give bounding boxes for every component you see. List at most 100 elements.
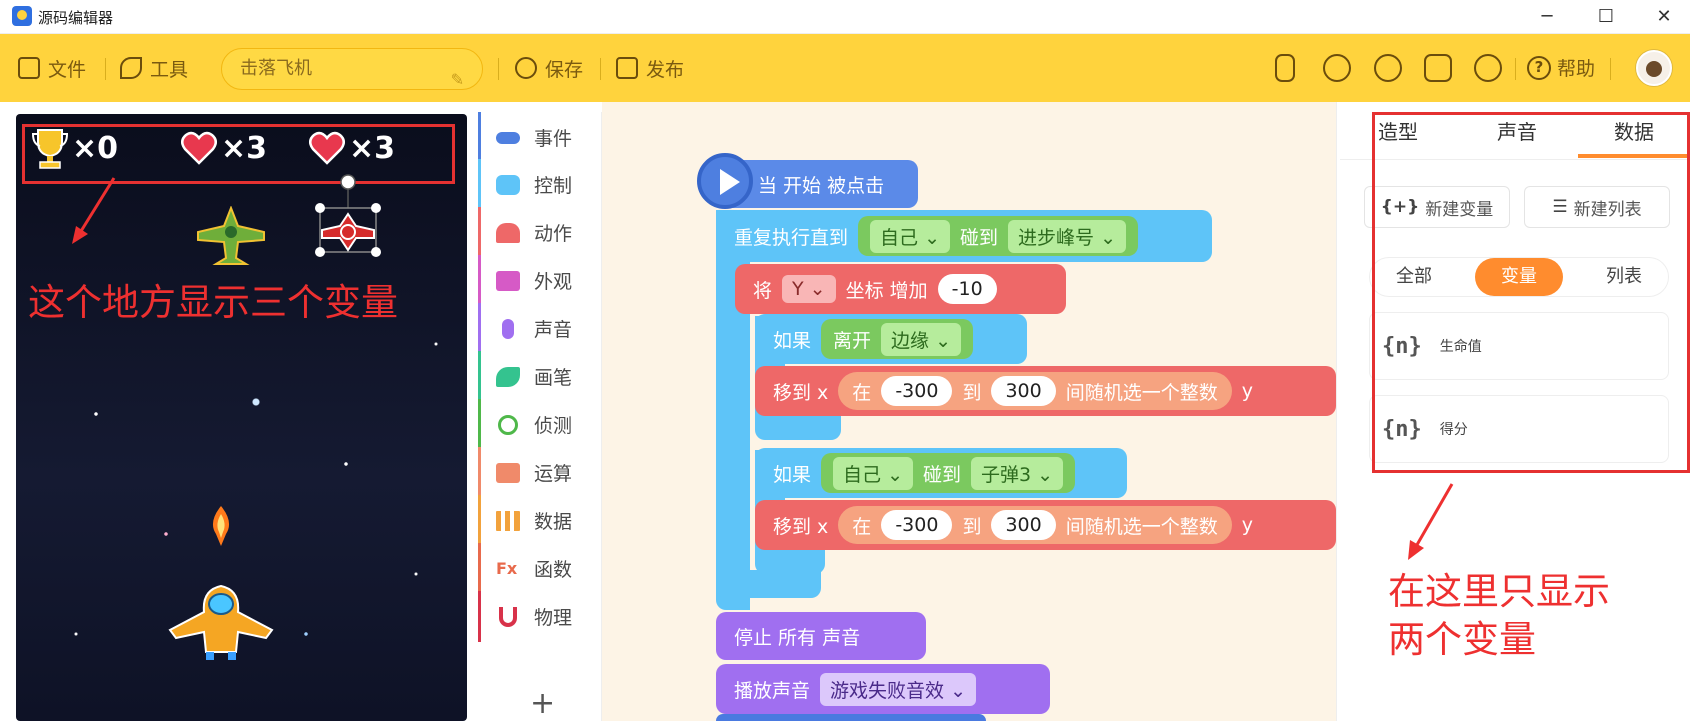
bar-chart-icon (496, 510, 520, 531)
extensions-icon[interactable] (1374, 54, 1402, 82)
target-dropdown[interactable]: 子弹3 ⌄ (971, 456, 1064, 490)
add-extension-button[interactable]: + (530, 686, 555, 721)
self-dropdown[interactable]: 自己 ⌄ (833, 456, 913, 490)
variable-item[interactable]: {n} 得分 (1369, 395, 1669, 463)
category-color-bar (478, 591, 481, 642)
filter-variables[interactable]: 变量 (1475, 258, 1563, 296)
category-control[interactable]: 控制 (478, 159, 602, 210)
category-color-bar (478, 351, 481, 402)
random-max-input[interactable]: 300 (991, 376, 1056, 406)
minimize-button[interactable]: ─ (1527, 4, 1567, 30)
change-y-block[interactable]: 将 Y ⌄ 坐标 增加 -10 (735, 264, 1066, 314)
tab-sounds[interactable]: 声音 (1459, 116, 1575, 145)
if-touching-block[interactable]: 如果 自己 ⌄ 碰到 子弹3 ⌄ (755, 448, 1127, 498)
tools-menu[interactable]: 工具 (120, 54, 188, 82)
touching-condition[interactable]: 自己 ⌄ 碰到 进步峰号 ⌄ (858, 216, 1138, 256)
heart-icon (181, 131, 217, 165)
if-block-footer (755, 548, 825, 574)
game-stage[interactable]: ×0 ×3 ×3 这个地方显示三个变量 (16, 114, 467, 721)
category-sensing[interactable]: 侦测 (478, 399, 602, 450)
device-preview-icon[interactable] (1275, 54, 1295, 82)
move-to-xy-block[interactable]: 移到 x 在 -300 到 300 间随机选一个整数 y (755, 500, 1336, 550)
category-data[interactable]: 数据 (478, 495, 602, 546)
category-operators[interactable]: 运算 (478, 447, 602, 498)
category-color-bar (478, 207, 481, 258)
category-events[interactable]: 事件 (478, 112, 602, 163)
random-range-reporter[interactable]: 在 -300 到 300 间随机选一个整数 (838, 506, 1232, 544)
score-display: ×0 (32, 128, 118, 169)
tab-data[interactable]: 数据 (1576, 116, 1690, 145)
filter-lists[interactable]: 列表 (1580, 258, 1668, 296)
variable-item[interactable]: {n} 生命值 (1369, 312, 1669, 380)
bullet-flame-sprite[interactable] (206, 504, 236, 548)
category-functions[interactable]: Fx 函数 (478, 543, 602, 594)
if-block-footer (755, 414, 841, 440)
settings-gear-icon[interactable] (1474, 54, 1502, 82)
variable-name: 生命值 (1439, 339, 1482, 355)
category-label: 画笔 (534, 367, 573, 389)
close-button[interactable]: ✕ (1644, 4, 1684, 30)
help-button[interactable]: ? 帮助 (1527, 54, 1595, 81)
edge-condition[interactable]: 离开 边缘 ⌄ (821, 319, 974, 359)
stage-annotation: 这个地方显示三个变量 (28, 281, 398, 324)
new-list-button[interactable]: ☰ 新建列表 (1524, 186, 1670, 228)
axis-dropdown[interactable]: Y ⌄ (782, 275, 836, 303)
category-pen[interactable]: 画笔 (478, 351, 602, 402)
to-label: 到 (962, 515, 982, 538)
random-max-input[interactable]: 300 (991, 510, 1056, 540)
toolbar-divider (600, 58, 601, 80)
touching-condition[interactable]: 自己 ⌄ 碰到 子弹3 ⌄ (821, 453, 1076, 493)
player-ship-sprite[interactable] (166, 582, 276, 662)
move-to-xy-block[interactable]: 移到 x 在 -300 到 300 间随机选一个整数 y (755, 366, 1336, 416)
tab-costumes[interactable]: 造型 (1340, 116, 1456, 145)
random-min-input[interactable]: -300 (881, 510, 953, 540)
pencil-icon[interactable]: ✎ (451, 60, 464, 100)
self-dropdown[interactable]: 自己 ⌄ (870, 219, 950, 253)
target-dropdown[interactable]: 进步峰号 ⌄ (1008, 219, 1126, 253)
annotation-arrow (72, 177, 116, 244)
random-range-reporter[interactable]: 在 -300 到 300 间随机选一个整数 (838, 372, 1232, 410)
new-variable-button[interactable]: {+} 新建变量 (1364, 186, 1510, 228)
events-icon (496, 131, 520, 144)
if-edge-block[interactable]: 如果 离开 边缘 ⌄ (755, 314, 1027, 364)
category-sound[interactable]: 声音 (478, 303, 602, 354)
toolbar-divider (498, 58, 499, 80)
calculator-icon (496, 462, 520, 483)
category-label: 声音 (534, 319, 573, 341)
y-label: y (1241, 514, 1253, 536)
folder-icon (18, 57, 40, 79)
if-label: 如果 (773, 463, 812, 486)
annotation-arrow (1408, 483, 1454, 560)
random-min-input[interactable]: -300 (881, 376, 953, 406)
edge-dropdown[interactable]: 边缘 ⌄ (881, 322, 962, 356)
green-plane-sprite[interactable] (196, 206, 266, 266)
in-label: 在 (852, 515, 872, 538)
user-avatar[interactable] (1636, 50, 1672, 86)
title-bar: 源码编辑器 ─ ☐ ✕ (0, 0, 1690, 34)
robot-icon[interactable] (1323, 54, 1351, 82)
category-label: 控制 (534, 175, 573, 197)
magnet-icon (499, 606, 517, 627)
heart-icon (309, 131, 345, 165)
increase-value-input[interactable]: -10 (937, 274, 997, 304)
file-menu[interactable]: 文件 (18, 54, 86, 82)
sound-dropdown[interactable]: 游戏失败音效 ⌄ (820, 672, 976, 706)
gift-icon[interactable] (1424, 54, 1452, 82)
red-plane-sprite[interactable] (312, 174, 392, 264)
project-name-input[interactable]: 击落飞机 ✎ (221, 48, 483, 90)
if-label: 如果 (773, 329, 812, 352)
category-motion[interactable]: 动作 (478, 207, 602, 258)
category-color-bar (478, 303, 481, 354)
play-sound-block[interactable]: 播放声音 游戏失败音效 ⌄ (716, 664, 1050, 714)
shirt-icon (496, 270, 520, 291)
repeat-until-block[interactable]: 重复执行直到 自己 ⌄ 碰到 进步峰号 ⌄ (716, 210, 1212, 262)
category-looks[interactable]: 外观 (478, 255, 602, 306)
life-display-1: ×3 (181, 128, 267, 168)
save-button[interactable]: 保存 (515, 54, 583, 82)
filter-all[interactable]: 全部 (1370, 258, 1458, 296)
stop-all-sounds-block[interactable]: 停止 所有 声音 (716, 612, 926, 660)
category-label: 数据 (534, 511, 573, 533)
category-physics[interactable]: 物理 (478, 591, 602, 642)
maximize-button[interactable]: ☐ (1586, 4, 1626, 30)
publish-button[interactable]: 发布 (616, 54, 684, 82)
